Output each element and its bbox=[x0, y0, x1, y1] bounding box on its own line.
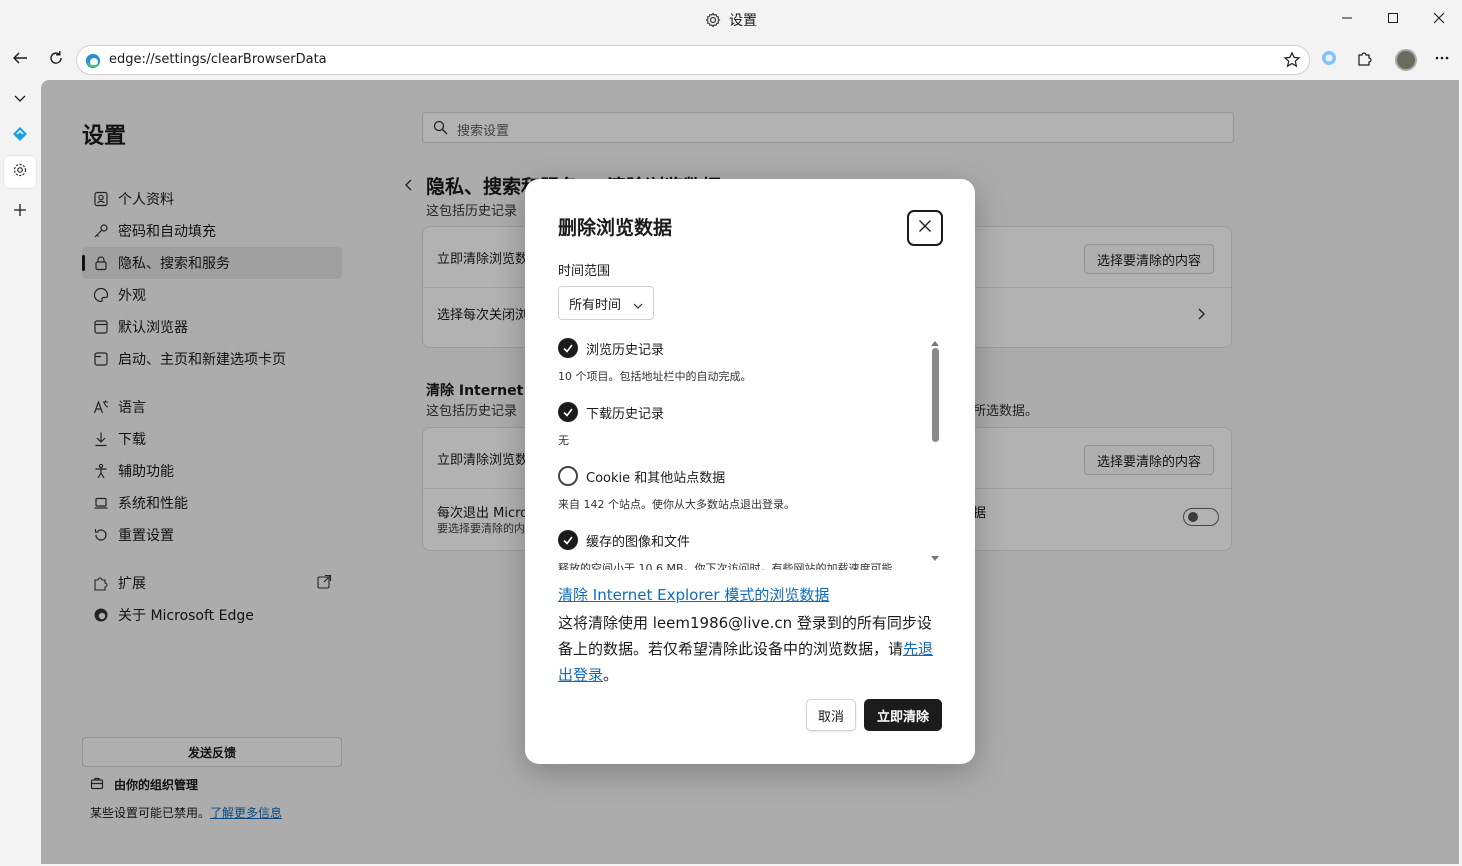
list-scrollbar[interactable] bbox=[929, 334, 941, 566]
time-range-select[interactable]: 所有时间 bbox=[558, 286, 654, 320]
tab-app[interactable] bbox=[4, 120, 36, 152]
avatar bbox=[1395, 49, 1417, 71]
checkbox-download-history[interactable] bbox=[558, 402, 578, 422]
more-icon bbox=[1434, 50, 1450, 70]
scroll-down-icon[interactable] bbox=[931, 550, 939, 566]
list-item-download-history: 下载历史记录 无 bbox=[558, 400, 930, 448]
close-icon bbox=[918, 219, 932, 237]
maximize-button[interactable] bbox=[1370, 6, 1416, 34]
checkbox-browsing-history[interactable] bbox=[558, 338, 578, 358]
arrow-left-icon bbox=[11, 49, 29, 71]
app-tab-icon bbox=[11, 125, 29, 147]
close-icon bbox=[1433, 12, 1445, 28]
address-bar[interactable]: edge://settings/clearBrowserData bbox=[76, 45, 1310, 75]
puzzle-icon bbox=[1356, 49, 1374, 71]
collapse-tabs-button[interactable] bbox=[4, 84, 36, 116]
maximize-icon bbox=[1387, 12, 1399, 28]
checkbox-cookies[interactable] bbox=[558, 466, 578, 486]
plus-icon bbox=[13, 203, 27, 221]
sync-warning-text: 这将清除使用 leem1986@live.cn 登录到的所有同步设备上的数据。若… bbox=[558, 614, 934, 684]
profile-button[interactable] bbox=[1392, 46, 1420, 74]
minimize-button[interactable] bbox=[1324, 6, 1370, 34]
title-bar: 设置 bbox=[0, 0, 1462, 40]
chevron-down-icon bbox=[633, 299, 643, 314]
time-range-label: 时间范围 bbox=[558, 264, 611, 279]
more-button[interactable] bbox=[1428, 46, 1456, 74]
list-item-browsing-history: 浏览历史记录 10 个项目。包括地址栏中的自动完成。 bbox=[558, 336, 930, 384]
tab-settings[interactable] bbox=[4, 156, 36, 188]
minimize-icon bbox=[1341, 12, 1353, 28]
new-tab-button[interactable] bbox=[4, 196, 36, 228]
favorite-star-icon[interactable] bbox=[1283, 51, 1301, 73]
scroll-thumb[interactable] bbox=[932, 348, 939, 442]
close-window-button[interactable] bbox=[1416, 6, 1462, 34]
extensions-button[interactable] bbox=[1351, 46, 1379, 74]
back-button[interactable] bbox=[6, 46, 34, 74]
clear-browsing-data-dialog: 删除浏览数据 时间范围 所有时间 浏览历史记录 10 个项目。包括地址栏中的自动… bbox=[525, 179, 975, 764]
list-item-cached-images: 缓存的图像和文件 释放的空间小于 10.6 MB。你下次访问时，有些网站的加载速… bbox=[558, 528, 930, 570]
vertical-tab-strip bbox=[0, 80, 40, 866]
chevron-down-icon bbox=[13, 91, 27, 109]
url-text: edge://settings/clearBrowserData bbox=[109, 52, 327, 67]
gear-icon bbox=[705, 12, 721, 32]
dialog-title: 删除浏览数据 bbox=[558, 217, 673, 239]
data-type-list: 浏览历史记录 10 个项目。包括地址栏中的自动完成。 下载历史记录 无 Cook… bbox=[558, 334, 930, 570]
checkbox-cached-images[interactable] bbox=[558, 530, 578, 550]
edge-logo-icon bbox=[85, 53, 101, 73]
dialog-close-button[interactable] bbox=[907, 210, 943, 246]
copilot-button[interactable] bbox=[1315, 46, 1343, 74]
gear-icon bbox=[12, 162, 28, 182]
window-title: 设置 bbox=[0, 10, 1462, 32]
cancel-button[interactable]: 取消 bbox=[806, 699, 856, 731]
refresh-icon bbox=[47, 49, 65, 71]
clear-now-button[interactable]: 立即清除 bbox=[864, 699, 942, 731]
toolbar: edge://settings/clearBrowserData bbox=[0, 40, 1462, 80]
refresh-button[interactable] bbox=[42, 46, 70, 74]
list-item-cookies: Cookie 和其他站点数据 来自 142 个站点。使你从大多数站点退出登录。 bbox=[558, 464, 930, 512]
copilot-icon bbox=[1320, 49, 1338, 71]
clear-ie-mode-data-link[interactable]: 清除 Internet Explorer 模式的浏览数据 bbox=[558, 584, 829, 605]
